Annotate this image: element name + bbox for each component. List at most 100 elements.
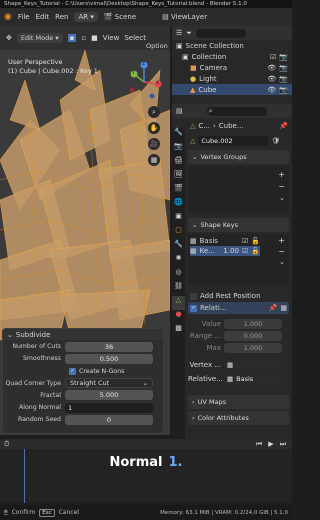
shape-key-checkbox[interactable]: ☑ <box>242 247 248 255</box>
visibility-eye-icon[interactable]: 👁 <box>267 86 276 94</box>
fake-user-shield-icon[interactable]: 🛡 <box>271 137 280 145</box>
operator-panel-header[interactable]: ⌄ Subdivide <box>3 329 163 340</box>
vertex-select-icon[interactable]: ▪ <box>67 34 77 42</box>
world-tab-icon[interactable]: 🌐 <box>172 198 185 212</box>
camera-toggle-icon[interactable]: 📷 <box>279 53 288 61</box>
relative-to-field[interactable]: ▦ Basis <box>224 374 282 384</box>
collapse-chevron-icon[interactable]: ⌄ <box>7 331 13 339</box>
outliner-row-light[interactable]: ● Light 👁 📷 <box>172 73 292 84</box>
edge-select-icon[interactable]: ▫ <box>81 34 86 42</box>
constraints-tab-icon[interactable]: ⛓ <box>172 282 185 296</box>
add-shape-key-icon[interactable]: + <box>278 236 285 245</box>
remove-vertex-group-icon[interactable]: − <box>278 182 285 191</box>
outliner-row-collection[interactable]: ▣ Collection ☑ 📷 <box>172 51 292 62</box>
relative-row[interactable]: ✓ Relati... 📌 ▦ <box>188 302 289 314</box>
pin-icon[interactable]: 📌 <box>279 122 288 130</box>
menu-edit[interactable]: Edit <box>36 13 50 21</box>
vertex-group-field[interactable]: ▦ <box>224 360 282 370</box>
shape-key-row[interactable]: ▦ Basis ☑ 🔓 <box>190 236 260 246</box>
remove-shape-key-icon[interactable]: − <box>278 247 285 256</box>
smoothness-field[interactable]: 0.500 <box>65 353 153 364</box>
material-tab-icon[interactable]: ● <box>172 310 185 324</box>
tool-tab-icon[interactable]: 🔧 <box>172 128 185 142</box>
along-normal-field[interactable]: 1 <box>65 402 153 413</box>
edit-mode-shape-icon[interactable]: ▦ <box>280 304 287 312</box>
view-layer-tab-icon[interactable]: 🖼 <box>172 170 185 184</box>
workspace-tab[interactable]: AR ▾ <box>74 12 98 22</box>
menu-select[interactable]: Select <box>124 34 146 42</box>
shape-key-row[interactable]: ▦ Ke... 1.00 ☑ 🔓 <box>190 246 260 256</box>
collection-tab-icon[interactable]: ▣ <box>172 212 185 226</box>
jump-start-icon[interactable]: ⏮ <box>256 440 262 449</box>
visibility-eye-icon[interactable]: 👁 <box>267 64 276 72</box>
play-icon[interactable]: ▶ <box>268 440 273 448</box>
physics-tab-icon[interactable]: ◎ <box>172 268 185 282</box>
render-camera-icon[interactable]: 📷 <box>279 75 288 83</box>
blender-logo-icon[interactable]: ◉ <box>4 12 12 22</box>
mode-selector[interactable]: Edit Mode ▾ <box>16 33 63 43</box>
quad-corner-select[interactable]: Straight Cut ⌄ <box>65 378 153 389</box>
add-rest-position-checkbox[interactable] <box>190 292 197 300</box>
render-camera-icon[interactable]: 📷 <box>279 86 288 94</box>
render-camera-icon[interactable]: 📷 <box>279 64 288 72</box>
add-vertex-group-icon[interactable]: + <box>278 170 285 179</box>
options-button[interactable]: Option <box>146 42 168 50</box>
shape-key-value[interactable]: 1.00 <box>223 247 239 255</box>
texture-tab-icon[interactable]: ▩ <box>172 324 185 338</box>
lock-icon[interactable]: 🔓 <box>251 247 260 255</box>
shape-key-checkbox[interactable]: ☑ <box>242 237 248 245</box>
outliner-row-cube[interactable]: ▲ Cube 👁 📷 <box>172 84 292 95</box>
mesh-name-field[interactable]: Cube.002 <box>198 136 269 146</box>
add-rest-position-row[interactable]: Add Rest Position <box>188 290 289 302</box>
number-of-cuts-field[interactable]: 36 <box>65 341 153 352</box>
output-tab-icon[interactable]: 🖨 <box>172 156 185 170</box>
menu-render[interactable]: Ren <box>55 13 68 21</box>
range-max-field[interactable]: 1.000 <box>224 342 282 353</box>
value-field[interactable]: 1.000 <box>224 318 282 329</box>
camera-view-icon[interactable]: 🎥 <box>148 138 160 150</box>
timeline-editor-icon[interactable]: ⏱ <box>4 440 9 449</box>
timeline[interactable]: ⏱ ⏮ ▶ ⏭ Normal 1. <box>0 439 292 503</box>
subdivide-operator-panel[interactable]: ⌄ Subdivide Number of Cuts 36 Smoothness… <box>2 328 164 434</box>
pan-hand-icon[interactable]: ✋ <box>148 122 160 134</box>
render-tab-icon[interactable]: 📷 <box>172 142 185 156</box>
outliner-row-camera[interactable]: ■ Camera 👁 📷 <box>172 62 292 73</box>
editor-type-icon[interactable]: ✥ <box>6 34 12 42</box>
navigation-gizmo[interactable]: X Y Z <box>124 60 164 100</box>
view-layer-selector[interactable]: ▤ ViewLayer <box>162 13 207 21</box>
fractal-field[interactable]: 5.000 <box>65 390 153 401</box>
vertex-groups-list[interactable]: + − ⌄ <box>188 166 289 212</box>
object-tab-icon[interactable]: ▢ <box>172 226 185 240</box>
color-attributes-panel-header[interactable]: › Color Attributes <box>188 411 289 425</box>
properties-search-input[interactable] <box>206 106 267 116</box>
particles-tab-icon[interactable]: ✺ <box>172 254 185 268</box>
grid-view-icon[interactable]: ▦ <box>148 154 160 166</box>
uv-maps-panel-header[interactable]: › UV Maps <box>188 395 289 409</box>
modifiers-tab-icon[interactable]: 🔧 <box>172 240 185 254</box>
visibility-eye-icon[interactable]: 👁 <box>267 75 276 83</box>
breadcrumb-mesh[interactable]: Cube... <box>219 122 244 130</box>
shape-keys-list[interactable]: ▦ Basis ☑ 🔓 ▦ Ke... 1.00 ☑ 🔓 + − ⌄ <box>188 234 289 284</box>
outliner-row-scene-collection[interactable]: ▣ Scene Collection <box>172 40 292 51</box>
scene-selector[interactable]: 🎬 Scene <box>104 13 136 21</box>
breadcrumb-object[interactable]: C... <box>198 122 210 130</box>
zoom-icon[interactable]: ⌕ <box>148 106 160 118</box>
solo-pin-icon[interactable]: 📌 <box>269 304 278 312</box>
outliner-filter-icon[interactable]: ⏷ <box>186 29 192 38</box>
face-select-icon[interactable]: ■ <box>91 34 98 42</box>
jump-end-icon[interactable]: ⏭ <box>280 440 286 449</box>
create-ngons-checkbox[interactable]: ✓ <box>69 367 76 375</box>
properties-editor-icon[interactable]: ▤ <box>176 107 183 115</box>
outliner-search-input[interactable] <box>195 28 246 38</box>
scene-tab-icon[interactable]: 🎬 <box>172 184 185 198</box>
checkbox-icon[interactable]: ☑ <box>270 53 276 61</box>
vertex-groups-panel-header[interactable]: ⌄ Vertex Groups <box>188 150 289 164</box>
random-seed-field[interactable]: 0 <box>65 414 153 425</box>
lock-icon[interactable]: 🔓 <box>251 237 260 245</box>
list-menu-chevron-icon[interactable]: ⌄ <box>279 194 285 202</box>
range-min-field[interactable]: 0.000 <box>224 330 282 341</box>
menu-view[interactable]: View <box>103 34 120 42</box>
list-menu-chevron-icon[interactable]: ⌄ <box>279 258 285 266</box>
data-tab-icon[interactable]: △ <box>172 296 185 310</box>
shape-keys-panel-header[interactable]: ⌄ Shape Keys <box>188 218 289 232</box>
